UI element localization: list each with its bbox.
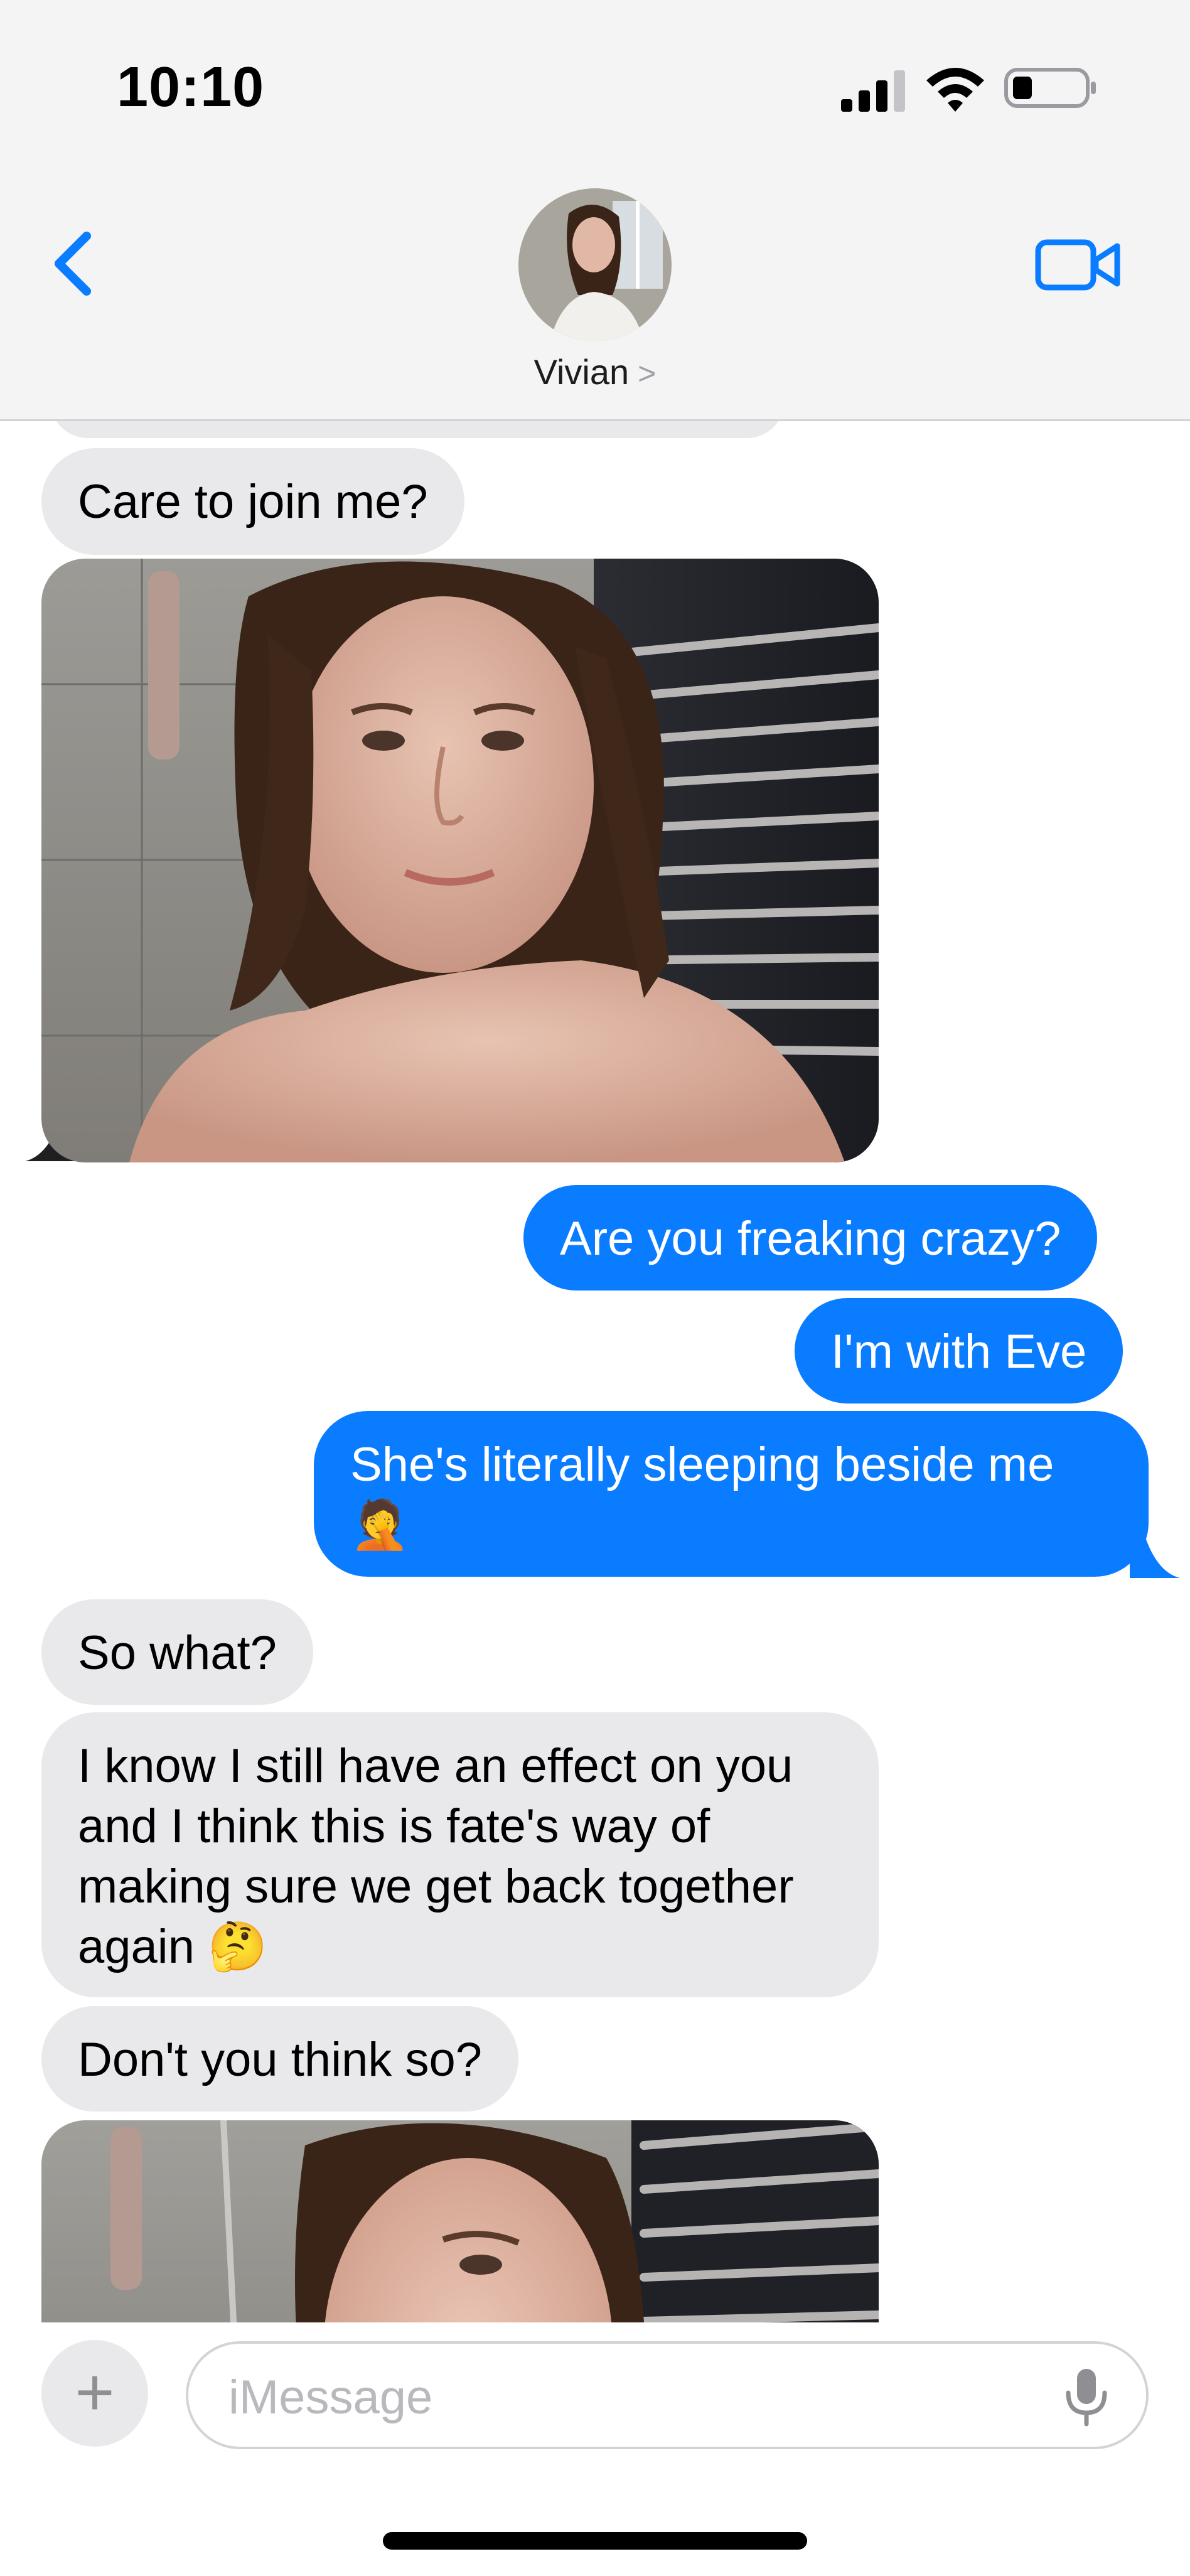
message-input-container[interactable]	[186, 2341, 1149, 2449]
shared-photo[interactable]	[41, 559, 879, 1162]
video-camera-icon[interactable]	[1034, 233, 1122, 296]
message-bubble-incoming[interactable]: I know I still have an effect on you and…	[41, 1712, 879, 1997]
avatar-image	[518, 188, 672, 341]
message-text: Are you freaking crazy?	[560, 1212, 1061, 1265]
message-text: I know I still have an effect on you and…	[78, 1739, 794, 1973]
message-text: So what?	[78, 1626, 277, 1680]
add-attachment-button[interactable]: +	[41, 2340, 148, 2447]
status-time: 10:10	[117, 56, 265, 119]
wifi-icon	[926, 68, 984, 112]
message-text: Care to join me?	[78, 475, 428, 529]
message-bubble-incoming[interactable]: Don't you think so?	[41, 2006, 518, 2112]
contact-avatar[interactable]	[518, 188, 672, 341]
message-input[interactable]	[227, 2363, 1046, 2432]
message-bubble-incoming[interactable]: So what?	[41, 1599, 313, 1705]
message-bubble-incoming[interactable]: Care to join me?	[41, 448, 464, 555]
message-bubble-outgoing[interactable]: She's literally sleeping beside me 🤦	[314, 1411, 1149, 1577]
microphone-icon[interactable]	[1058, 2365, 1115, 2428]
conversation-header: 10:10 Vivian >	[0, 0, 1190, 421]
photo-image	[41, 559, 879, 1162]
bubble-tail	[1130, 1528, 1180, 1578]
contact-name: Vivian	[533, 352, 630, 392]
message-text: She's literally sleeping beside me 🤦	[350, 1438, 1054, 1552]
contact-name-row[interactable]: Vivian >	[0, 352, 1190, 392]
back-chevron-icon[interactable]	[45, 226, 102, 301]
message-text: Don't you think so?	[78, 2033, 482, 2086]
message-bubble-outgoing[interactable]: Are you freaking crazy?	[523, 1185, 1098, 1291]
chevron-right-icon: >	[638, 356, 657, 391]
battery-icon	[1004, 68, 1096, 108]
message-text: I'm with Eve	[831, 1325, 1087, 1378]
cellular-signal-icon	[841, 70, 905, 112]
message-bubble-outgoing[interactable]: I'm with Eve	[795, 1298, 1123, 1403]
home-indicator	[383, 2532, 807, 2550]
plus-icon: +	[75, 2354, 115, 2430]
messages-screen: Care to join me? Are you freaking crazy?…	[0, 0, 1190, 2576]
